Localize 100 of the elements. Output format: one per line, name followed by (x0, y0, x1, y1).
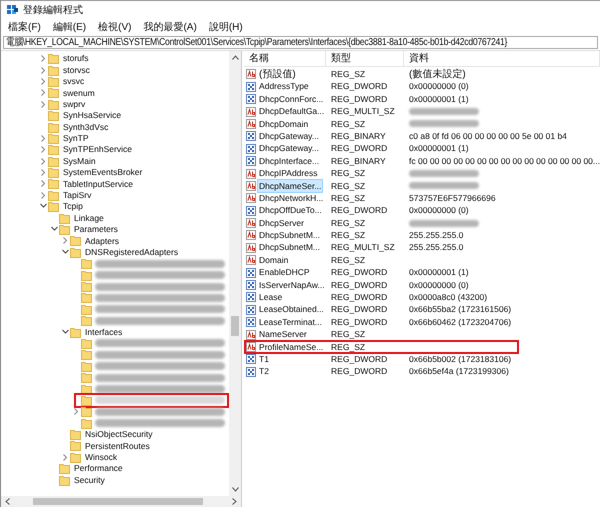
tree-item[interactable]: Linkage (73, 212, 105, 225)
tree-item[interactable]: PersistentRoutes (84, 440, 151, 452)
expand-icon[interactable] (40, 134, 47, 142)
tree-item[interactable]: TabletInputService (62, 178, 134, 190)
folder-icon (59, 212, 70, 224)
tree-item[interactable]: swenum (62, 86, 96, 100)
collapse-icon[interactable] (51, 226, 58, 234)
value-name[interactable]: T2 (258, 365, 270, 378)
value-type: REG_MULTI_SZ (330, 105, 396, 118)
tree-item[interactable]: Interfaces (84, 326, 124, 338)
folder-icon (48, 64, 59, 76)
string-value-icon (246, 69, 256, 80)
tree-item[interactable]: svsvc (62, 75, 86, 88)
value-data: 0x66b5ef4a (1723199306) (408, 365, 510, 378)
collapse-icon[interactable] (62, 248, 69, 256)
scroll-down-icon[interactable] (232, 487, 239, 492)
folder-icon (48, 132, 59, 144)
column-header[interactable]: 資料 (404, 51, 600, 67)
expand-icon[interactable] (40, 89, 47, 96)
value-name[interactable]: Lease (258, 291, 284, 304)
tree-item[interactable]: SynTP (62, 132, 90, 145)
scroll-right-icon[interactable] (232, 498, 238, 505)
tree-item[interactable]: Synth3dVsc (62, 120, 110, 134)
column-header[interactable]: 類型 (326, 51, 404, 67)
vertical-scrollbar[interactable] (229, 51, 242, 496)
tree-item[interactable]: TapiSrv (62, 189, 92, 202)
value-name[interactable]: ProfileNameSe... (258, 340, 324, 354)
expand-icon[interactable] (40, 146, 47, 154)
value-name[interactable]: NameServer (258, 328, 308, 341)
tree-item[interactable]: SysMain (62, 154, 97, 168)
collapse-icon[interactable] (40, 203, 47, 210)
value-name[interactable]: DhcpNetworkH... (258, 192, 324, 205)
menu-item[interactable]: 檢視(V) (98, 20, 132, 35)
redacted-mark[interactable] (95, 385, 226, 394)
folder-icon (81, 338, 92, 349)
tree-item[interactable]: Adapters (84, 234, 120, 248)
value-name[interactable]: DhcpSubnetM... (258, 241, 321, 254)
value-name[interactable]: T1 (258, 352, 270, 366)
expand-icon[interactable] (40, 55, 47, 62)
horizontal-scrollbar[interactable] (1, 496, 242, 507)
value-name[interactable]: EnableDHCP (258, 266, 311, 279)
menu-item[interactable]: 我的最愛(A) (143, 20, 197, 35)
value-type: REG_MULTI_SZ (330, 241, 396, 254)
expand-icon[interactable] (62, 454, 69, 461)
expand-icon[interactable] (40, 180, 47, 188)
tree-item[interactable]: SystemEventsBroker (62, 166, 144, 179)
folder-icon (48, 76, 59, 87)
value-name[interactable]: DhcpServer (258, 216, 305, 230)
binary-value-icon (246, 82, 256, 92)
value-name[interactable]: Domain (258, 254, 290, 267)
tree-item[interactable]: Tcpip (62, 200, 84, 214)
menu-item[interactable]: 說明(H) (208, 20, 243, 35)
tree-item[interactable]: SynTPEnhService (62, 143, 133, 156)
tree-item[interactable]: Security (73, 474, 106, 487)
value-name[interactable]: DhcpGateway... (258, 142, 320, 156)
expand-icon[interactable] (40, 66, 47, 74)
menu-item[interactable]: 檔案(F) (8, 20, 41, 35)
address-field[interactable]: 電腦\HKEY_LOCAL_MACHINE\SYSTEM\ControlSet001\Services\Tcpip\Parameters\Interfaces\{dbec3881-8a10-485c-b01b-d42cd0767241} (3, 36, 598, 49)
value-name[interactable]: DhcpSubnetM... (258, 229, 321, 242)
tree-item[interactable]: SynHsaService (62, 109, 122, 122)
value-name[interactable]: DhcpGateway... (258, 130, 320, 143)
tree-item[interactable]: storvsc (62, 64, 91, 76)
value-name[interactable]: DhcpInterface... (258, 154, 320, 168)
scrollbar-thumb[interactable] (33, 498, 203, 505)
scroll-left-icon[interactable] (5, 498, 10, 505)
expand-icon[interactable] (40, 100, 47, 108)
tree-item[interactable]: Parameters (73, 223, 119, 236)
value-name[interactable]: (預設值) (258, 68, 297, 80)
expand-icon[interactable] (40, 192, 47, 199)
expand-icon[interactable] (40, 169, 47, 176)
binary-value-icon (246, 292, 256, 302)
value-name[interactable]: LeaseTerminat... (258, 316, 323, 329)
value-name[interactable]: LeaseObtained... (258, 303, 325, 316)
scroll-up-icon[interactable] (232, 55, 239, 60)
expand-icon[interactable] (40, 78, 47, 85)
string-value-icon (246, 255, 256, 266)
expand-icon[interactable] (73, 408, 80, 416)
binary-value-icon (246, 144, 256, 154)
expand-icon[interactable] (40, 158, 47, 165)
tree-item[interactable]: DNSRegisteredAdapters (84, 246, 180, 259)
value-name[interactable]: DhcpDomain (258, 118, 310, 130)
column-header[interactable]: 名稱 (244, 51, 326, 67)
value-name[interactable]: IsServerNapAw... (258, 278, 326, 292)
expand-icon[interactable] (62, 237, 69, 244)
value-name[interactable]: DhcpNameSer... (258, 180, 322, 192)
tree-item[interactable]: swprv (62, 98, 86, 111)
value-name[interactable]: DhcpDefaultGa... (258, 105, 326, 118)
tree-item[interactable]: NsiObjectSecurity (84, 428, 154, 441)
menu-item[interactable]: 編輯(E) (52, 20, 86, 35)
window-title: 登錄編輯程式 (23, 4, 83, 18)
value-name[interactable]: DhcpIPAddress (258, 167, 318, 180)
tree-item[interactable]: Performance (73, 462, 124, 476)
scrollbar-thumb[interactable] (231, 316, 240, 336)
tree-item[interactable]: storufs (62, 52, 90, 66)
value-name[interactable]: AddressType (258, 80, 310, 94)
collapse-icon[interactable] (62, 328, 69, 336)
value-name[interactable]: DhcpOffDueTo... (258, 204, 323, 218)
folder-icon (70, 246, 81, 258)
tree-item[interactable]: Winsock (84, 451, 118, 464)
value-name[interactable]: DhcpConnForc... (258, 92, 324, 106)
